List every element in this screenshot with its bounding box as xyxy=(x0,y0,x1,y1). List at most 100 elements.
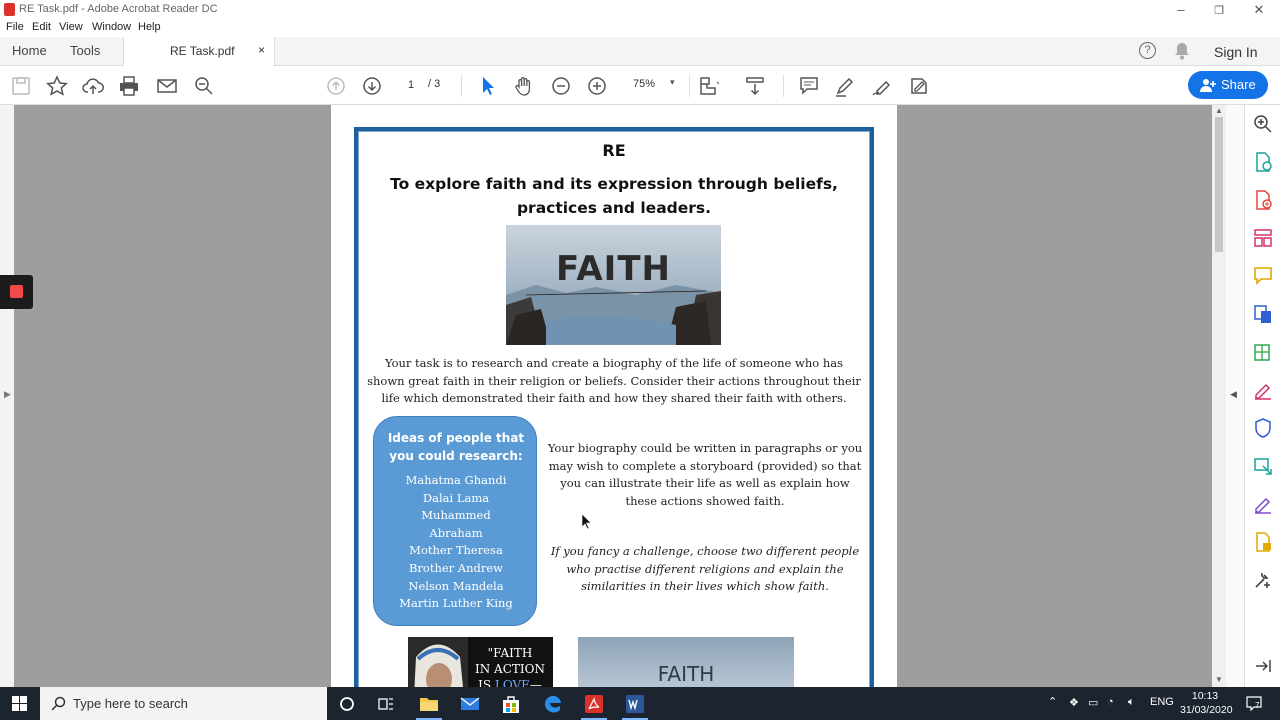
windows-taskbar: Type here to search ⌃ ❖ ▭ ◔ 🔈︎ ENG 10:13… xyxy=(0,687,1280,720)
help-icon[interactable]: ? xyxy=(1139,42,1156,59)
organize-pages-icon[interactable] xyxy=(1252,227,1274,249)
clock[interactable]: 10:13 31/03/2020 xyxy=(1180,689,1233,717)
send-for-review-icon[interactable] xyxy=(1252,455,1274,477)
select-cursor-icon[interactable] xyxy=(477,75,499,97)
list-item: Mahatma Ghandi xyxy=(405,473,507,487)
file-explorer-icon[interactable] xyxy=(418,693,440,715)
page-total: / 3 xyxy=(428,78,441,90)
menu-help[interactable]: Help xyxy=(138,21,161,33)
quote-is: IS xyxy=(478,678,495,687)
page-border: RE To explore faith and its expression t… xyxy=(354,127,874,687)
show-hidden-icons-icon[interactable]: ⌃ xyxy=(1048,695,1057,708)
request-signature-icon[interactable] xyxy=(1252,493,1274,515)
comment-tool-icon[interactable] xyxy=(1252,265,1274,287)
pdf-page: RE To explore faith and its expression t… xyxy=(331,105,897,687)
word-icon[interactable] xyxy=(624,693,646,715)
fill-sign-icon[interactable] xyxy=(908,75,930,97)
doc-heading: RE xyxy=(602,141,626,160)
cloud-upload-icon[interactable] xyxy=(82,75,104,97)
cortana-icon[interactable] xyxy=(336,693,358,715)
collapse-tools-panel-icon[interactable] xyxy=(1252,655,1274,677)
dropbox-icon[interactable]: ❖ xyxy=(1069,696,1079,709)
faith-sky-image: FAITH xyxy=(578,637,794,687)
sign-in-link[interactable]: Sign In xyxy=(1214,44,1258,60)
faith-cliff-image: FAITH xyxy=(506,225,721,345)
notifications-bell-icon[interactable] xyxy=(1174,42,1190,63)
share-button[interactable]: Share xyxy=(1188,71,1268,99)
clock-time: 10:13 xyxy=(1191,690,1219,702)
volume-icon[interactable]: 🔈︎ xyxy=(1128,696,1135,709)
windows-start-icon[interactable] xyxy=(12,696,27,716)
doc-objective: To explore faith and its expression thro… xyxy=(390,175,838,217)
ideas-list: Mahatma Ghandi Dalai Lama Muhammed Abrah… xyxy=(374,472,538,613)
next-page-icon[interactable] xyxy=(361,75,383,97)
menu-window[interactable]: Window xyxy=(92,21,131,33)
quote-love: LOVE xyxy=(494,678,530,687)
mouse-cursor-icon xyxy=(582,514,592,529)
tab-tools[interactable]: Tools xyxy=(70,43,100,58)
more-tools-icon[interactable] xyxy=(1252,569,1274,591)
page-number-input[interactable]: 1 xyxy=(398,76,424,94)
close-window-button[interactable]: ✕ xyxy=(1249,2,1269,18)
zoom-in-icon[interactable] xyxy=(586,75,608,97)
zoom-search-icon[interactable] xyxy=(1252,113,1274,135)
collapse-right-panel-icon[interactable]: ◀ xyxy=(1230,389,1237,400)
vertical-scrollbar[interactable]: ▲ ▼ xyxy=(1212,105,1226,687)
store-icon[interactable] xyxy=(500,693,522,715)
toolbar-divider xyxy=(783,75,784,97)
scroll-up-icon[interactable]: ▲ xyxy=(1215,106,1223,115)
notification-count: 7 xyxy=(1255,701,1260,710)
menu-bar: File Edit View Window Help xyxy=(0,20,1280,37)
expand-left-panel-icon[interactable]: ▶ xyxy=(4,389,11,400)
menu-edit[interactable]: Edit xyxy=(32,21,51,33)
tools-side-panel xyxy=(1244,105,1280,687)
left-panel-collapsed[interactable]: ▶ xyxy=(0,105,14,687)
task-view-icon[interactable] xyxy=(375,693,397,715)
window-title: RE Task.pdf - Adobe Acrobat Reader DC xyxy=(19,3,218,15)
toolbar: 1 / 3 75% ▾ Share xyxy=(0,66,1280,105)
bookmark-star-icon[interactable] xyxy=(45,75,69,97)
scroll-down-icon[interactable]: ▼ xyxy=(1215,675,1223,684)
comment-icon[interactable] xyxy=(798,75,820,97)
scrollbar-thumb[interactable] xyxy=(1215,117,1223,252)
zoom-level-value: 75% xyxy=(633,78,656,90)
fill-and-sign-icon[interactable] xyxy=(1252,379,1274,401)
stamp-document-icon[interactable] xyxy=(1252,531,1274,553)
email-icon[interactable] xyxy=(156,75,178,97)
edge-browser-icon[interactable] xyxy=(542,693,564,715)
convert-pdf-icon[interactable] xyxy=(1252,303,1274,325)
tab-home[interactable]: Home xyxy=(12,43,47,58)
search-zoom-icon[interactable] xyxy=(193,75,215,97)
document-view[interactable]: ▶ RE To explore faith and its expression… xyxy=(0,105,1244,687)
previous-page-icon[interactable] xyxy=(325,75,347,97)
network-icon[interactable]: ◔ xyxy=(1107,696,1114,708)
challenge-text: If you fancy a challenge, choose two dif… xyxy=(550,544,860,593)
close-tab-icon[interactable]: × xyxy=(258,43,265,57)
tab-document[interactable]: RE Task.pdf × xyxy=(123,37,275,66)
acrobat-reader-icon[interactable] xyxy=(583,693,605,715)
highlight-pen-icon[interactable] xyxy=(834,75,856,97)
minimize-button[interactable]: – xyxy=(1171,2,1191,17)
maximize-button[interactable]: ❐ xyxy=(1209,4,1229,17)
menu-file[interactable]: File xyxy=(6,21,24,33)
taskbar-search-placeholder: Type here to search xyxy=(73,696,188,711)
battery-icon[interactable]: ▭ xyxy=(1088,696,1098,709)
taskbar-search-box[interactable]: Type here to search xyxy=(40,687,327,720)
hand-tool-icon[interactable] xyxy=(513,75,535,97)
action-center-icon[interactable]: 7 xyxy=(1246,695,1262,716)
print-icon[interactable] xyxy=(118,75,140,97)
export-pdf-icon[interactable] xyxy=(1252,151,1274,173)
draw-freehand-icon[interactable] xyxy=(871,75,893,97)
zoom-out-icon[interactable] xyxy=(550,75,572,97)
mail-icon[interactable] xyxy=(459,693,481,715)
menu-view[interactable]: View xyxy=(59,21,83,33)
record-button[interactable] xyxy=(0,275,33,309)
scroll-mode-icon[interactable] xyxy=(744,75,766,97)
right-panel-toggle[interactable]: ◀ xyxy=(1226,105,1244,687)
protect-shield-icon[interactable] xyxy=(1252,417,1274,439)
language-indicator[interactable]: ENG xyxy=(1150,696,1174,708)
page-fit-icon[interactable] xyxy=(698,75,720,97)
save-icon[interactable] xyxy=(10,75,32,97)
create-pdf-icon[interactable] xyxy=(1252,189,1274,211)
edit-pdf-icon[interactable] xyxy=(1252,341,1274,363)
